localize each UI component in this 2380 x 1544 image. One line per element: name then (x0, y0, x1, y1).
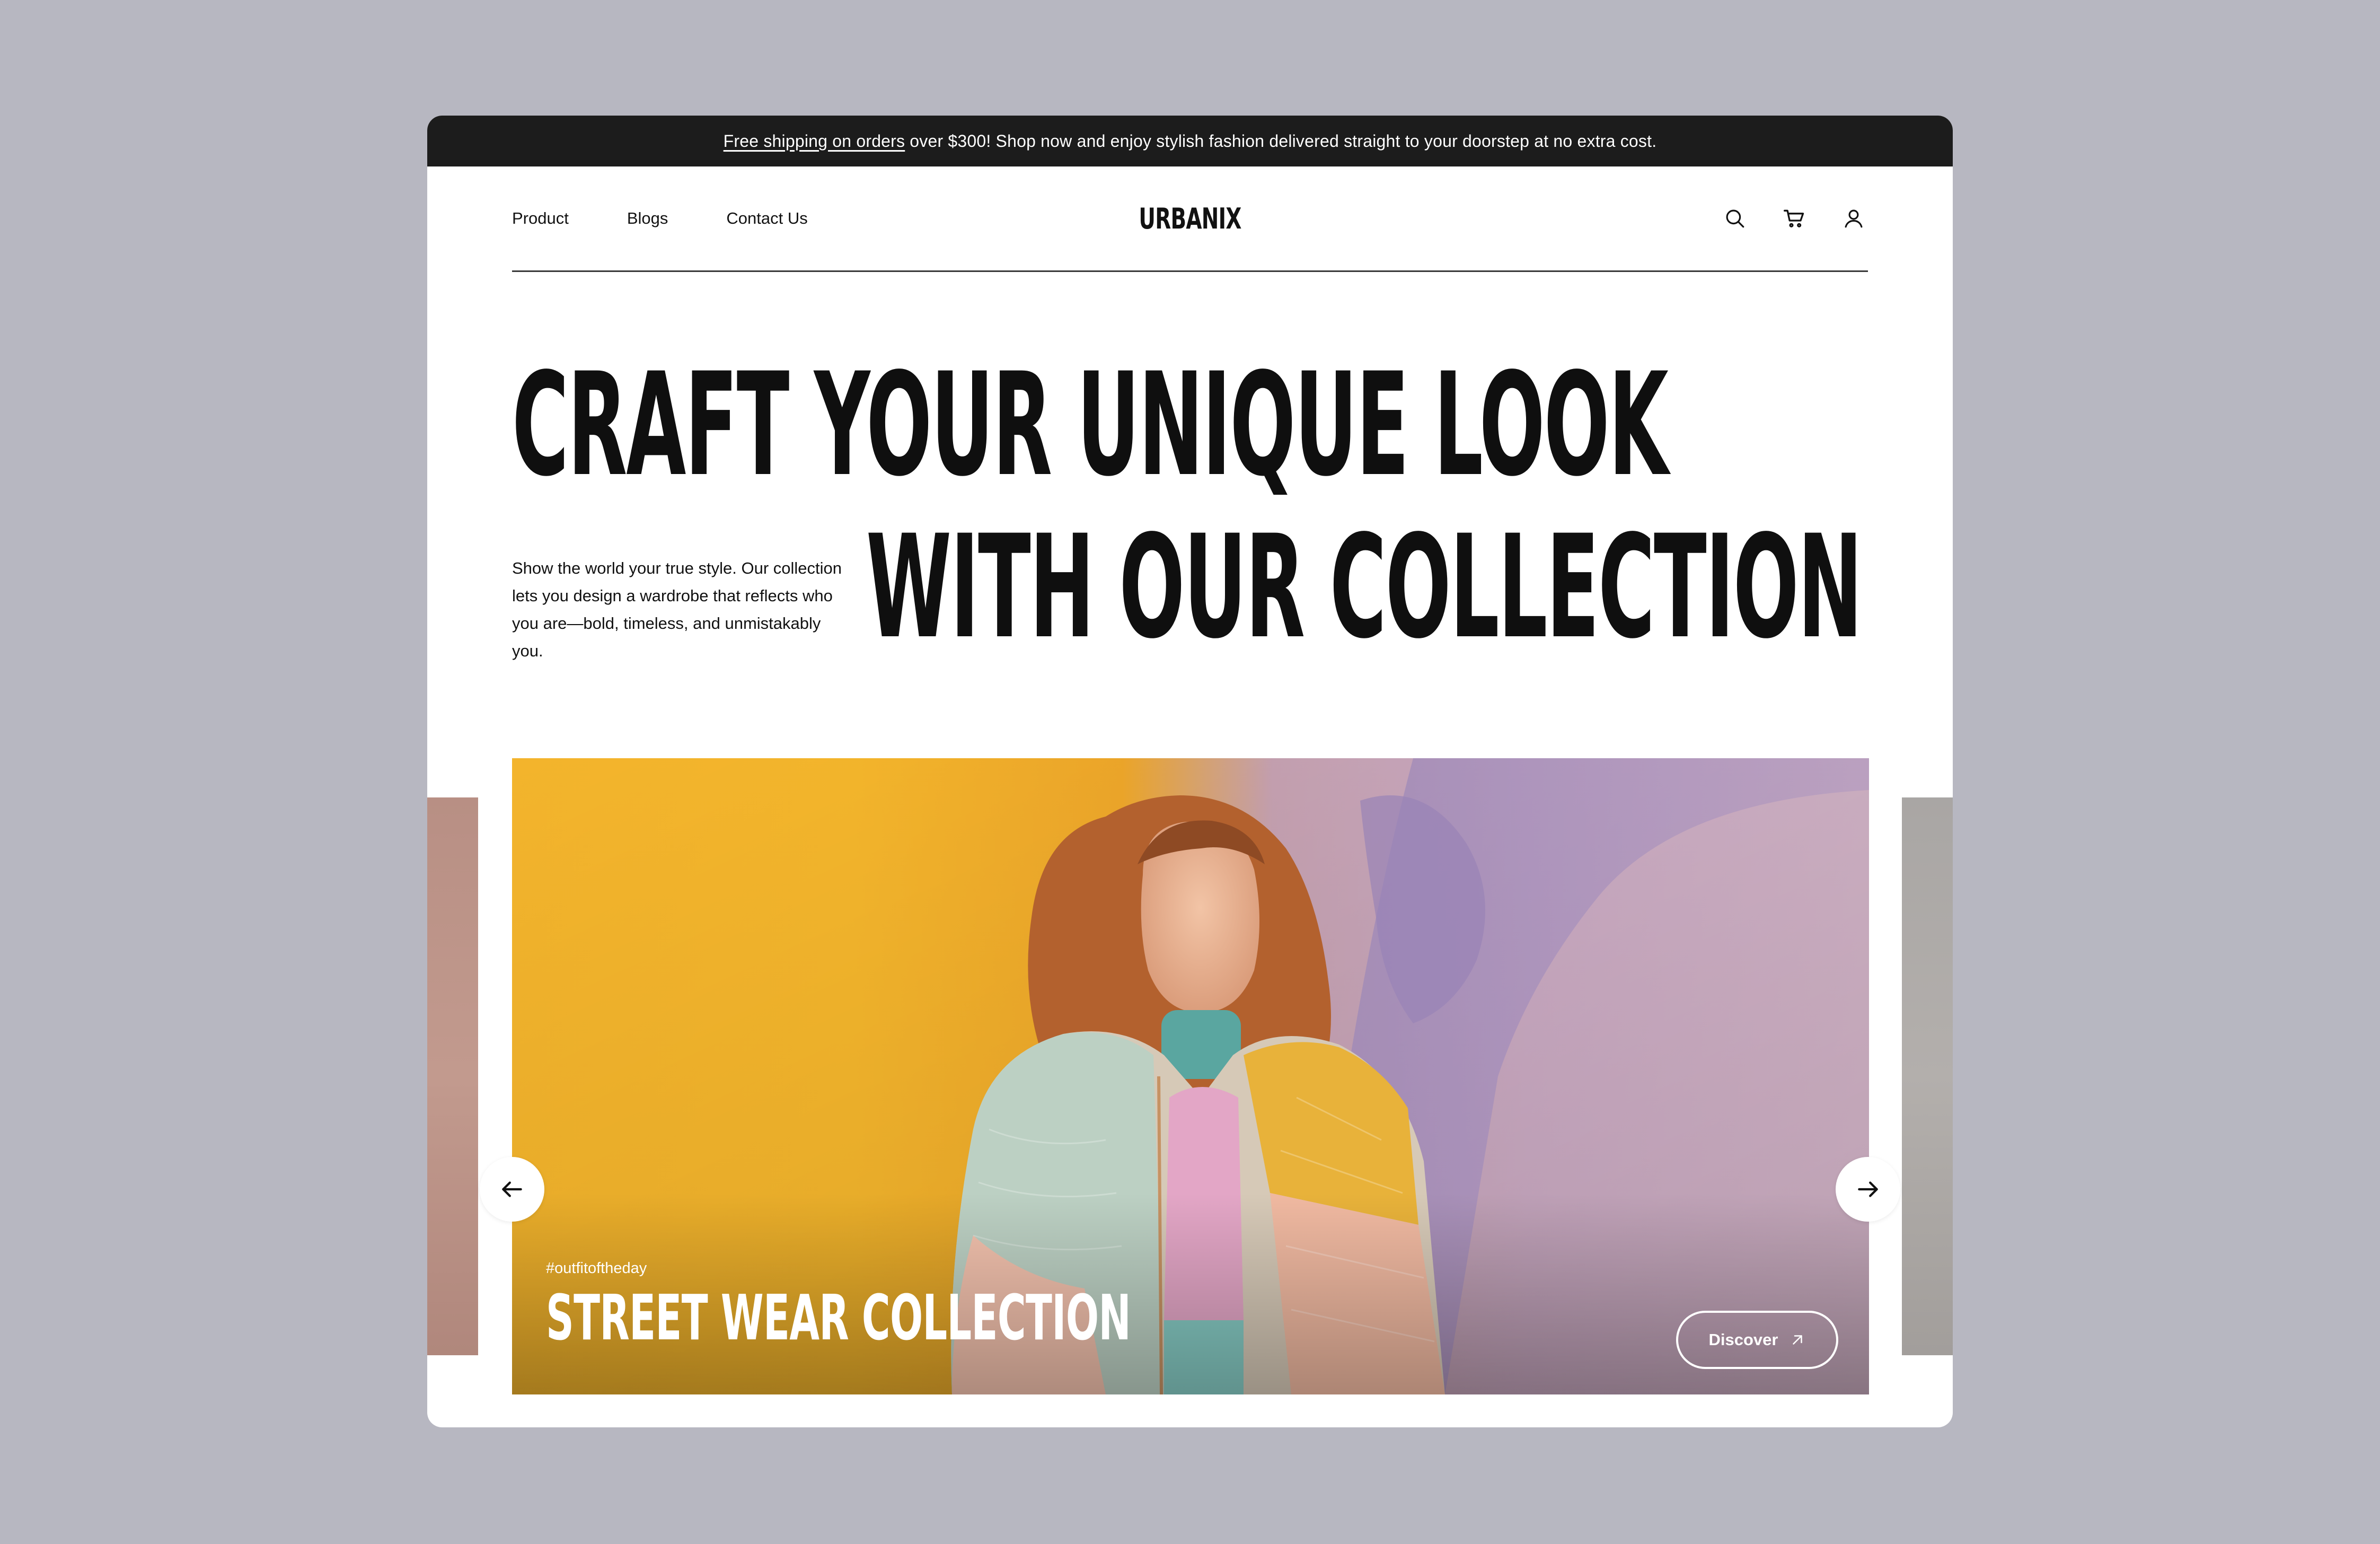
arrow-right-icon (1858, 1181, 1878, 1197)
active-slide[interactable]: #outfitoftheday STREET WEAR COLLECTION D… (512, 758, 1869, 1394)
hero-headline-line-2: WITH OUR COLLECTION (866, 505, 1863, 670)
main-nav: Product Blogs Contact Us URBANIX (512, 166, 1868, 272)
discover-button-label: Discover (1708, 1330, 1778, 1349)
user-icon[interactable] (1839, 204, 1868, 233)
slide-title: STREET WEAR COLLECTION (546, 1281, 1131, 1354)
slide-hashtag: #outfitoftheday (546, 1260, 647, 1277)
discover-button[interactable]: Discover (1676, 1311, 1838, 1369)
cart-icon[interactable] (1780, 204, 1809, 233)
next-slide-peek[interactable] (1902, 797, 1953, 1355)
nav-link-product[interactable]: Product (512, 209, 569, 228)
nav-link-contact-us[interactable]: Contact Us (726, 209, 807, 228)
hero-description: Show the world your true style. Our coll… (512, 559, 842, 660)
nav-link-blogs[interactable]: Blogs (627, 209, 668, 228)
slider-prev-button[interactable] (480, 1157, 544, 1222)
brand-logo[interactable]: URBANIX (1119, 166, 1261, 270)
announcement-bar: Free shipping on orders over $300! Shop … (427, 116, 1953, 166)
announcement-text: over $300! Shop now and enjoy stylish fa… (910, 131, 1657, 151)
nav-icons (1690, 166, 1868, 270)
hero-headline-line-1: CRAFT YOUR UNIQUE LOOK (512, 343, 1669, 508)
brand-logo-text: URBANIX (1139, 201, 1241, 235)
arrow-up-right-icon (1790, 1332, 1805, 1348)
collection-slider: #outfitoftheday STREET WEAR COLLECTION D… (427, 758, 1953, 1394)
page-card: Free shipping on orders over $300! Shop … (427, 116, 1953, 1427)
search-icon[interactable] (1721, 204, 1749, 233)
previous-slide-peek[interactable] (427, 797, 478, 1355)
nav-links: Product Blogs Contact Us (512, 166, 866, 270)
slider-next-button[interactable] (1836, 1157, 1900, 1222)
free-shipping-link[interactable]: Free shipping on orders (724, 131, 905, 151)
arrow-left-icon (502, 1181, 522, 1197)
